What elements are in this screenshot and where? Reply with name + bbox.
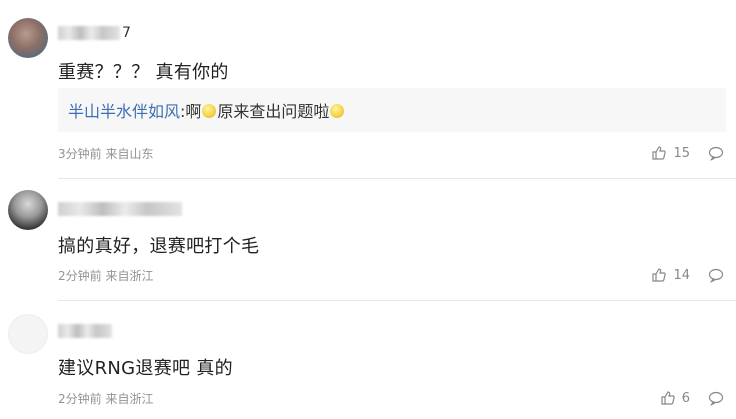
divider	[58, 178, 736, 179]
avatar[interactable]	[8, 314, 48, 354]
reply-text-part: 原来查出问题啦	[217, 102, 330, 121]
thumbs-up-icon[interactable]	[651, 145, 667, 161]
username[interactable]: 7	[58, 22, 131, 41]
comment-actions: 6	[660, 389, 724, 407]
location: 来自浙江	[105, 269, 154, 283]
chat-bubble-icon[interactable]	[708, 145, 724, 161]
reply-text-part: 啊	[185, 102, 202, 121]
smiley-emoji-icon	[202, 104, 217, 118]
timestamp: 2分钟前	[58, 269, 102, 283]
username[interactable]	[58, 198, 182, 216]
thumbs-up-icon[interactable]	[651, 267, 667, 283]
like-count: 6	[681, 390, 690, 406]
comment-text: 搞的真好，退赛吧打个毛	[58, 236, 260, 257]
comment-meta: 2分钟前 来自浙江	[58, 267, 153, 284]
like-count: 14	[673, 267, 690, 283]
comment-text: 重赛？？？ 真有你的	[58, 62, 229, 83]
chat-bubble-icon[interactable]	[708, 267, 724, 283]
comment-text: 建议RNG退赛吧 真的	[58, 358, 233, 379]
comment-meta: 2分钟前 来自浙江	[58, 390, 153, 407]
location: 来自浙江	[105, 392, 154, 406]
blurred-username	[58, 201, 182, 216]
smiley-emoji-icon	[330, 104, 345, 118]
comment-actions: 14	[651, 266, 724, 284]
divider	[58, 300, 736, 301]
timestamp: 2分钟前	[58, 392, 102, 406]
avatar[interactable]	[8, 18, 48, 58]
comment-meta: 3分钟前 来自山东	[58, 145, 153, 162]
username[interactable]	[58, 320, 112, 338]
timestamp: 3分钟前	[58, 147, 102, 161]
comment-list: 7 重赛？？？ 真有你的 半山半水伴如风:啊 原来查出问题啦 3分钟前 来自山东 …	[0, 0, 736, 419]
blurred-username	[58, 323, 112, 338]
blurred-username	[58, 25, 120, 40]
like-count: 15	[673, 145, 690, 161]
location: 来自山东	[105, 147, 154, 161]
reply-username-link[interactable]: 半山半水伴如风	[68, 102, 180, 121]
thumbs-up-icon[interactable]	[660, 390, 676, 406]
avatar[interactable]	[8, 190, 48, 230]
reply-line: 半山半水伴如风:啊 原来查出问题啦	[68, 98, 345, 122]
comment-actions: 15	[651, 144, 724, 162]
chat-bubble-icon[interactable]	[708, 390, 724, 406]
reply-quote: 半山半水伴如风:啊 原来查出问题啦	[58, 88, 726, 132]
